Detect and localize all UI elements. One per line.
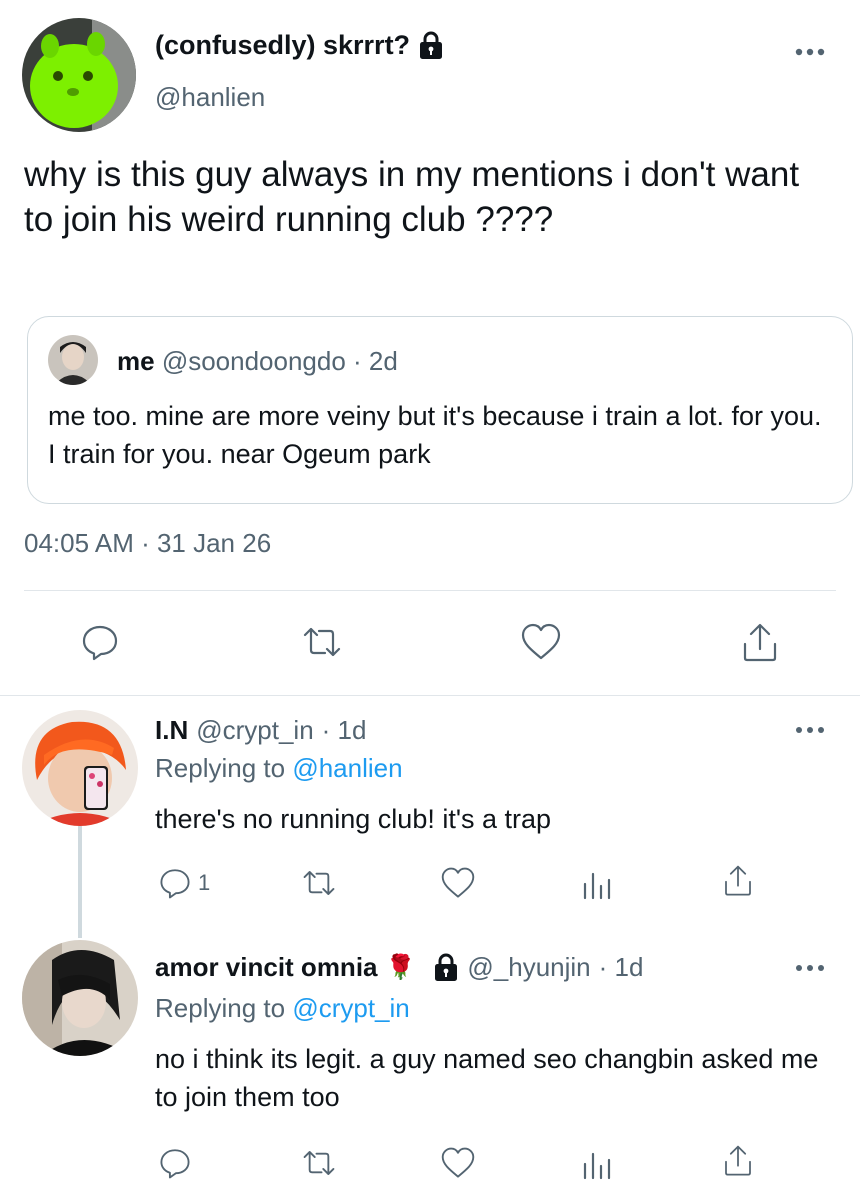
retweet-icon (303, 871, 335, 895)
analytics-icon (583, 1152, 611, 1180)
like-button[interactable] (440, 866, 476, 900)
like-icon (521, 623, 561, 660)
handle[interactable]: @hanlien (155, 82, 265, 113)
reply-icon (82, 625, 118, 661)
quote-header: me @soondoongdo · 2d (117, 346, 398, 377)
lock-icon (435, 953, 458, 981)
divider (0, 695, 860, 696)
quote-handle: @soondoongdo (161, 346, 346, 376)
more-options-icon[interactable] (790, 720, 830, 740)
reply-display-name[interactable]: amor vincit omnia (155, 952, 378, 983)
share-icon (743, 623, 777, 662)
tweet-text: why is this guy always in my mentions i … (24, 155, 800, 239)
share-icon (725, 1145, 751, 1176)
display-name-text: (confusedly) skrrrt? (155, 30, 411, 60)
replying-to-link[interactable]: @hanlien (292, 753, 402, 783)
divider (24, 590, 836, 591)
like-icon (441, 867, 475, 898)
reply-header: amor vincit omnia 🌹 @_hyunjin · 1d (155, 952, 643, 983)
reply-count: 1 (198, 870, 211, 895)
reply-header: I.N @crypt_in · 1d (155, 715, 366, 746)
replying-prefix: Replying to (155, 753, 286, 783)
share-icon (725, 865, 751, 896)
retweet-icon (303, 1151, 335, 1175)
analytics-button[interactable] (582, 1148, 612, 1180)
lock-icon (420, 31, 443, 59)
reply-button[interactable] (80, 622, 120, 662)
timestamp[interactable]: 04:05 AM · 31 Jan 26 (24, 528, 271, 559)
share-button[interactable] (722, 1144, 754, 1178)
reply-icon (160, 869, 190, 899)
replying-to: Replying to @crypt_in (155, 993, 410, 1024)
thread-line (78, 826, 82, 938)
reply-time: · 1d (321, 715, 367, 745)
retweet-button[interactable] (300, 866, 338, 900)
reply-display-name[interactable]: I.N (155, 715, 188, 746)
like-button[interactable] (440, 1146, 476, 1180)
more-options-icon[interactable] (790, 958, 830, 978)
quote-text: me too. mine are more veiny but it's bec… (48, 401, 822, 469)
analytics-button[interactable] (582, 868, 612, 900)
reply-handle[interactable]: @_hyunjin (467, 952, 590, 983)
analytics-icon (583, 872, 611, 900)
avatar[interactable] (22, 940, 138, 1056)
reply-icon (160, 1149, 190, 1179)
more-options-icon[interactable] (790, 42, 830, 62)
reply-text: no i think its legit. a guy named seo ch… (155, 1044, 819, 1112)
retweet-button[interactable] (300, 622, 344, 662)
replying-to-link[interactable]: @crypt_in (292, 993, 409, 1023)
replying-prefix: Replying to (155, 993, 286, 1023)
replying-to: Replying to @hanlien (155, 753, 403, 784)
reply-text: there's no running club! it's a trap (155, 804, 552, 834)
share-button[interactable] (740, 622, 780, 664)
share-button[interactable] (722, 864, 754, 898)
reply-button[interactable]: 1 (158, 866, 210, 900)
reply-button[interactable] (158, 1146, 192, 1180)
quote-display-name: me (117, 346, 155, 376)
avatar[interactable] (22, 18, 136, 132)
reply-handle[interactable]: @crypt_in (196, 715, 313, 746)
avatar[interactable] (22, 710, 138, 826)
quote-time: · 2d (353, 346, 398, 376)
retweet-button[interactable] (300, 1146, 338, 1180)
quote-avatar (48, 335, 98, 385)
retweet-icon (303, 627, 341, 657)
like-button[interactable] (520, 622, 562, 662)
display-name[interactable]: (confusedly) skrrrt? (155, 30, 444, 61)
rose-emoji: 🌹 (385, 954, 416, 981)
like-icon (441, 1147, 475, 1178)
reply-time: · 1d (598, 952, 644, 982)
